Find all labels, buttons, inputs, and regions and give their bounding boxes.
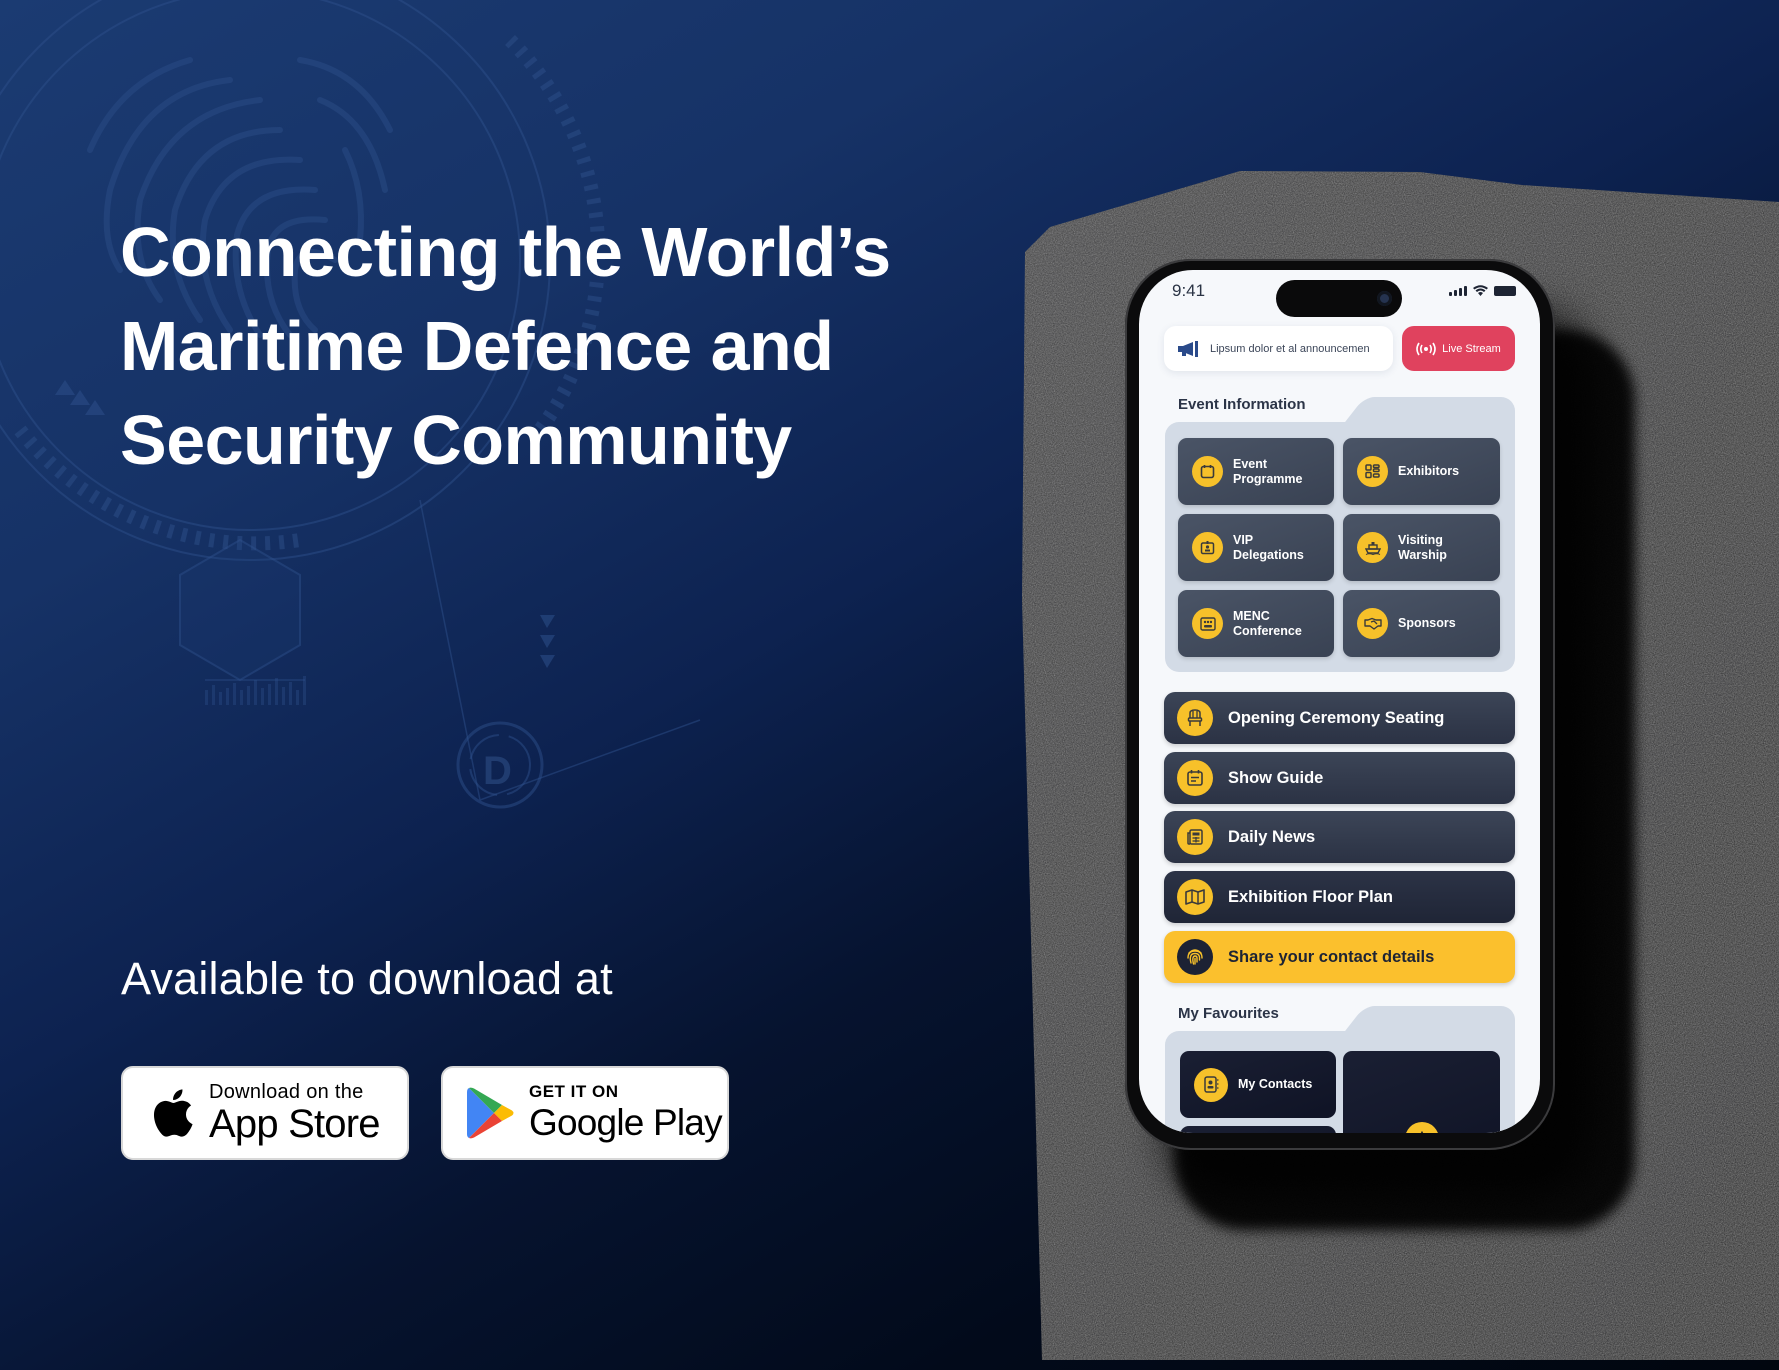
dynamic-island [1276,280,1402,317]
apple-logo-icon [141,1086,201,1140]
google-play-button[interactable]: GET IT ON Google Play [441,1066,729,1160]
conference-icon [1192,608,1223,639]
tile-label-line-1: Event [1233,456,1268,471]
list-button-label: Opening Ceremony Seating [1228,708,1445,727]
google-play-logo-icon [461,1086,521,1140]
opening-ceremony-seating-button[interactable]: Opening Ceremony Seating [1164,692,1515,744]
fav-label: My Contacts [1238,1077,1313,1091]
wifi-icon [1473,285,1488,296]
exhibition-floor-plan-button[interactable]: Exhibition Floor Plan [1164,871,1515,923]
camera-icon [1377,291,1392,306]
guide-icon [1177,760,1213,796]
live-stream-label: Live Stream [1442,342,1501,355]
tile-sponsors[interactable]: Sponsors [1343,590,1500,657]
newspaper-icon [1177,819,1213,855]
hexagon-graphic [179,538,301,682]
tile-label-line-2: Programme [1233,471,1303,486]
megaphone-icon [1178,340,1198,357]
app-store-button[interactable]: Download on the App Store [121,1066,409,1160]
status-time: 9:41 [1172,281,1206,300]
available-download-text: Available to download at [121,953,613,1004]
list-button-label: Exhibition Floor Plan [1228,887,1393,906]
list-button-label: Share your contact details [1228,947,1435,966]
fingerprint-icon [1177,939,1213,975]
event-tiles-grid: Event Programme Exhibitors VIP Delegations [1178,438,1500,657]
tile-menc-conference[interactable]: MENC Conference [1178,590,1334,657]
contacts-icon [1194,1067,1228,1102]
status-icons [1449,285,1516,296]
tile-label-line-2: Conference [1233,623,1302,638]
tile-exhibitors[interactable]: Exhibitors [1343,438,1500,505]
tile-vip-delegations[interactable]: VIP Delegations [1178,514,1334,581]
svg-text:D: D [483,749,512,793]
announcement-banner[interactable]: Lipsum dolor et al announcemen [1164,326,1393,371]
announcement-text: Lipsum dolor et al announcemen [1210,342,1370,355]
phone-mockup: 9:41 Lipsum dolor et al announcemen Live… [1125,259,1555,1150]
id-badge-icon [1192,532,1223,563]
headline-line-1: Connecting the World’s [120,213,891,291]
d-logo-graphic: D [456,721,544,809]
tile-label: Exhibitors [1398,464,1460,478]
background-tech-graphics: D [0,0,701,809]
tile-label: Sponsors [1398,616,1456,630]
fav-tile-partial[interactable] [1180,1126,1336,1133]
share-contact-details-button[interactable]: Share your contact details [1164,931,1515,983]
list-button-label: Daily News [1228,827,1316,846]
tile-label-line-2: Delegations [1233,547,1304,562]
list-button-label: Show Guide [1228,768,1324,787]
phone-screen: 9:41 Lipsum dolor et al announcemen Live… [1139,270,1540,1133]
star-icon [1404,1121,1439,1133]
map-icon [1177,879,1213,915]
broadcast-icon [1416,342,1436,355]
show-guide-button[interactable]: Show Guide [1164,752,1515,804]
chair-icon [1177,700,1213,736]
tile-label-line-1: Visiting [1398,532,1443,547]
tile-label-line-2: Warship [1398,547,1447,562]
headline-line-2: Maritime Defence and [120,307,834,385]
live-stream-button[interactable]: Live Stream [1402,326,1515,371]
headline-line-3: Security Community [120,401,792,479]
tile-label-line-1: MENC [1233,608,1270,623]
headline: Connecting the World’s Maritime Defence … [120,205,1000,487]
tile-event-programme[interactable]: Event Programme [1178,438,1334,505]
google-play-small-text: GET IT ON [529,1082,619,1101]
tile-visiting-warship[interactable]: Visiting Warship [1343,514,1500,581]
fav-add-favourite[interactable] [1343,1051,1500,1133]
google-play-big-text: Google Play [529,1102,723,1143]
handshake-icon [1357,608,1388,639]
grid-icon [1357,456,1388,487]
calendar-icon [1192,456,1223,487]
signal-icon [1449,286,1467,296]
daily-news-button[interactable]: Daily News [1164,811,1515,863]
tile-label-line-1: VIP [1233,532,1254,547]
app-store-small-text: Download on the [209,1081,364,1103]
app-store-big-text: App Store [209,1102,381,1146]
ship-icon [1357,532,1388,563]
battery-icon [1494,286,1516,296]
fav-my-contacts[interactable]: My Contacts [1180,1051,1336,1118]
event-information-panel: Event Programme Exhibitors VIP Delegations [1165,397,1515,672]
bar-graphic [205,676,306,705]
